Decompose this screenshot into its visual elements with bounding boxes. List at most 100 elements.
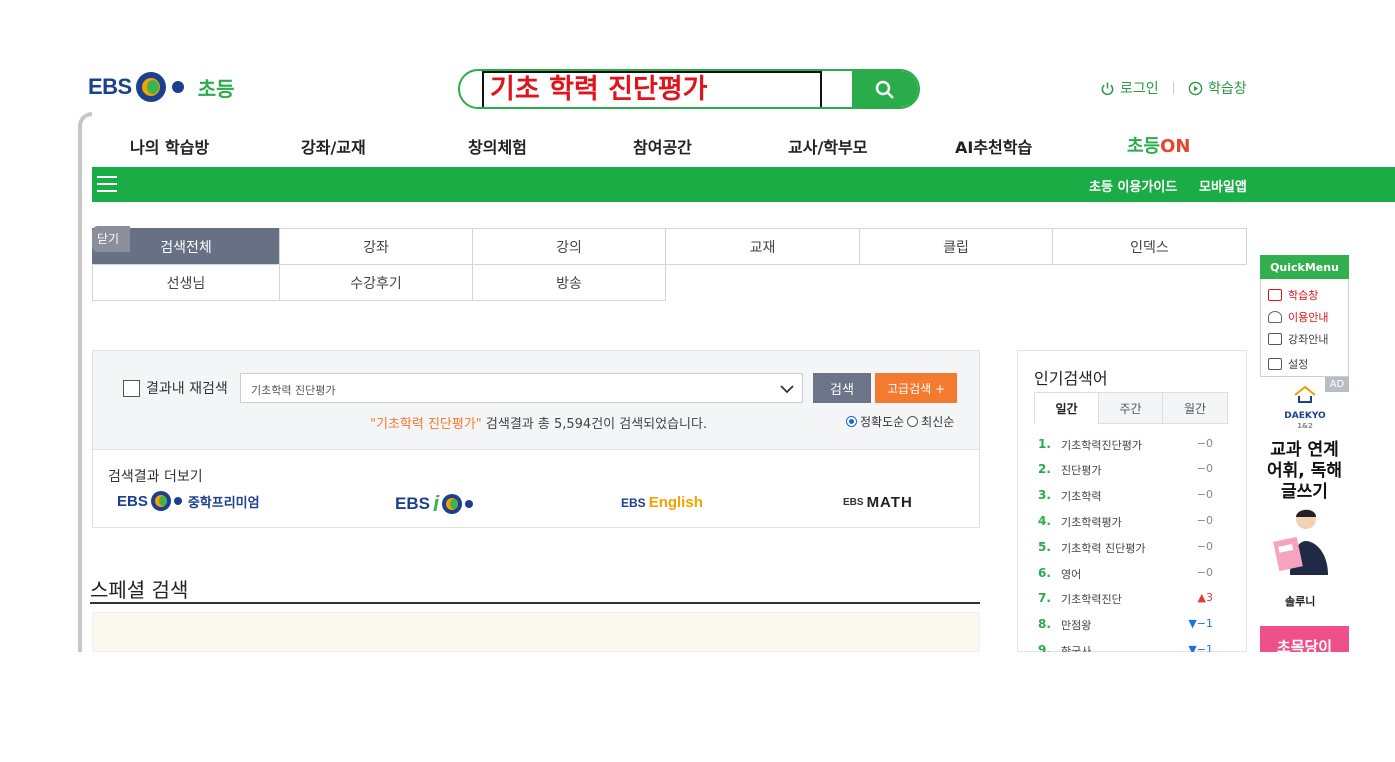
tab-teacher[interactable]: 선생님 (92, 264, 280, 301)
study-window-link[interactable]: 학습창 (1188, 78, 1247, 98)
quick-menu-course-guide[interactable]: 강좌안내 (1268, 331, 1328, 347)
popular-keyword-row[interactable]: 6. 영어 −0 (1038, 566, 1213, 582)
search-input[interactable]: 기초 학력 진단평가 (482, 71, 822, 107)
result-query: "기초학력 진단평가" (370, 417, 482, 432)
gnb-item-community[interactable]: 참여공간 (633, 134, 692, 158)
login-link[interactable]: 로그인 (1100, 78, 1159, 98)
keyword-text: 기초학력평가 (1061, 516, 1122, 529)
sort-accuracy-label: 정확도순 (860, 415, 905, 429)
brand-middle-premium[interactable]: EBS 중학프리미엄 (117, 491, 260, 511)
popular-keyword-row[interactable]: 7. 기초학력진단 ▲3 (1038, 591, 1213, 607)
ebs-logo[interactable]: EBS 초등 (88, 72, 235, 102)
gnb-item-teacher-parent[interactable]: 교사/학부모 (788, 134, 867, 158)
brand-math[interactable]: EBS MATH (843, 494, 913, 511)
ad-brand-logo: DAEKYO 1&2 (1278, 411, 1332, 431)
research-checkbox[interactable] (123, 379, 140, 397)
keyword-rank: 4. (1038, 514, 1051, 528)
gnb-on-right: ON (1160, 136, 1191, 157)
popular-keyword-row[interactable]: 1. 기초학력진단평가 −0 (1038, 437, 1213, 453)
side-frame (78, 112, 92, 652)
brand-ebs-text: EBS (843, 497, 864, 508)
tab-lecture[interactable]: 강의 (472, 228, 666, 265)
power-icon (1101, 81, 1114, 95)
gnb-on-left: 초등 (1127, 136, 1161, 157)
keyword-rank: 3. (1038, 488, 1051, 502)
brand-english-text: English (648, 494, 703, 511)
logo-sub: 초등 (197, 76, 235, 101)
keyword-change: ▼−1 (1188, 643, 1213, 652)
sort-accuracy-radio[interactable] (846, 416, 857, 427)
keyword-rank: 7. (1038, 591, 1051, 605)
ad-tag: AD (1325, 377, 1349, 392)
tab-daily[interactable]: 일간 (1034, 392, 1099, 424)
tab-review[interactable]: 수강후기 (279, 264, 473, 301)
quick-menu-label: 이용안내 (1288, 311, 1329, 324)
brand-math-text: MATH (866, 494, 913, 511)
advanced-search-button[interactable]: 고급검색 + (875, 373, 957, 403)
hamburger-menu-icon[interactable] (97, 176, 117, 192)
quick-menu-label: 학습창 (1288, 289, 1319, 302)
sort-recent-radio[interactable] (907, 416, 919, 427)
keyword-text: 기초학력 진단평가 (1061, 542, 1146, 555)
gnb-item-chodeung-on[interactable]: 초등ON (1127, 132, 1191, 158)
guide-link[interactable]: 초등 이용가이드 (1089, 176, 1177, 195)
popular-keyword-row[interactable]: 3. 기초학력 −0 (1038, 488, 1213, 504)
tab-course[interactable]: 강좌 (279, 228, 473, 265)
search-icon (875, 80, 894, 99)
more-results-title: 검색결과 더보기 (108, 469, 203, 485)
brand-english[interactable]: EBS English (621, 494, 703, 511)
tab-broadcast[interactable]: 방송 (472, 264, 666, 301)
quick-menu-settings[interactable]: 설정 (1268, 356, 1308, 372)
brand-ebsi[interactable]: EBS i (395, 491, 474, 517)
ad-brand-num: 1&2 (1297, 422, 1313, 430)
gnb-item-ai[interactable]: AI추천학습 (955, 134, 1032, 158)
keyword-rank: 6. (1038, 566, 1051, 580)
ebs-dot-icon (465, 500, 474, 508)
book-icon (1268, 333, 1282, 345)
keyword-rank: 8. (1038, 617, 1051, 631)
popular-keyword-row[interactable]: 5. 기초학력 진단평가 −0 (1038, 540, 1213, 556)
ad-headline: 교과 연계 어휘, 독해 글쓰기 (1267, 440, 1342, 502)
study-window-label: 학습창 (1208, 81, 1247, 97)
keyword-change: −0 (1196, 437, 1213, 450)
login-label: 로그인 (1120, 81, 1159, 97)
popular-keyword-row[interactable]: 2. 진단평가 −0 (1038, 462, 1213, 478)
brand-i-text: i (432, 491, 440, 516)
gnb-item-creative[interactable]: 창의체험 (468, 134, 527, 158)
research-select[interactable]: 기초학력 진단평가 (240, 373, 803, 403)
ad-pink-banner: 초목당이 (1260, 626, 1349, 652)
more-results-panel (92, 450, 980, 528)
quick-menu-guide[interactable]: 이용안내 (1268, 309, 1328, 325)
popular-keyword-row[interactable]: 9. 한국사 ▼−1 (1038, 643, 1213, 652)
search-button[interactable] (852, 71, 918, 107)
play-circle-icon (1188, 81, 1203, 95)
home-icon (1268, 311, 1282, 323)
special-search-area (92, 612, 980, 652)
search-box: 기초 학력 진단평가 (458, 69, 920, 109)
gnb-item-courses[interactable]: 강좌/교재 (301, 134, 366, 158)
tab-textbook[interactable]: 교재 (665, 228, 860, 265)
divider (90, 602, 980, 604)
popular-keywords-title: 인기검색어 (1034, 369, 1108, 388)
keyword-text: 영어 (1061, 568, 1082, 581)
quick-menu-label: 설정 (1288, 358, 1309, 371)
popular-keyword-row[interactable]: 8. 만점왕 ▼−1 (1038, 617, 1213, 633)
close-button[interactable]: 닫기 (92, 226, 130, 252)
tab-weekly[interactable]: 주간 (1098, 392, 1163, 424)
keyword-change: −0 (1196, 566, 1213, 579)
tab-clip[interactable]: 클립 (859, 228, 1053, 265)
divider (1173, 82, 1174, 94)
gnb-item-mystudy[interactable]: 나의 학습방 (130, 134, 209, 158)
popular-keyword-row[interactable]: 4. 기초학력평가 −0 (1038, 514, 1213, 530)
research-select-value: 기초학력 진단평가 (251, 384, 336, 397)
keyword-text: 진단평가 (1061, 464, 1102, 477)
research-search-button[interactable]: 검색 (813, 373, 871, 403)
tab-index[interactable]: 인덱스 (1052, 228, 1247, 265)
keyword-rank: 1. (1038, 437, 1051, 451)
research-checkbox-row[interactable]: 결과내 재검색 (123, 378, 228, 398)
brand-middle-text: 중학프리미엄 (187, 494, 260, 510)
quick-menu-study-window[interactable]: 학습창 (1268, 287, 1318, 303)
tab-monthly[interactable]: 월간 (1162, 392, 1228, 424)
ad-product-name: 솔루니 (1285, 595, 1316, 608)
mobile-app-link[interactable]: 모바일앱 (1199, 176, 1247, 195)
